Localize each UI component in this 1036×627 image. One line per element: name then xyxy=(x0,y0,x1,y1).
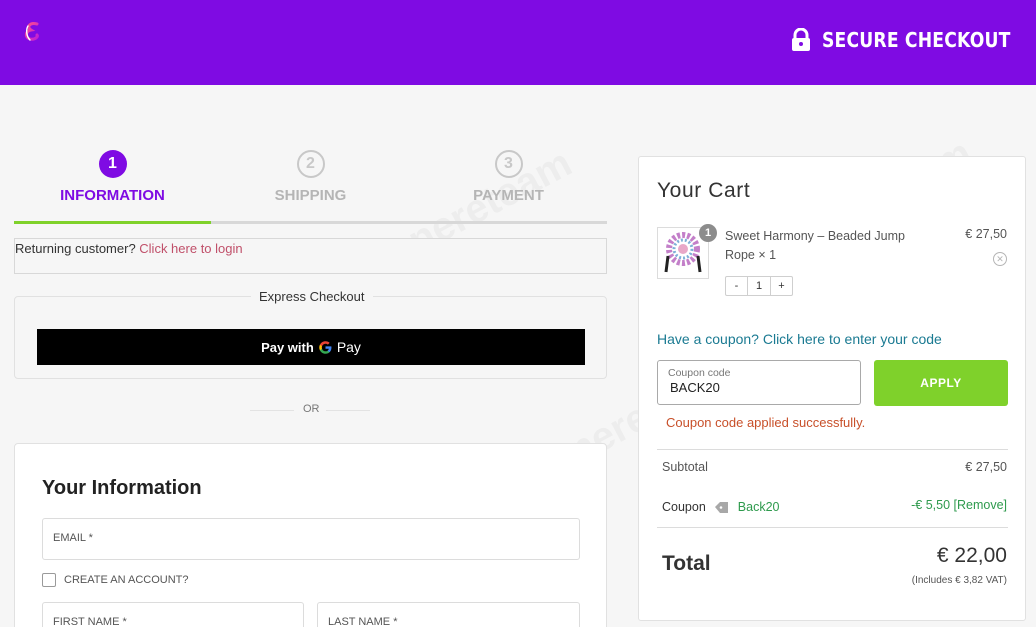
last-name-field[interactable]: LAST NAME * xyxy=(317,602,580,627)
coupon-row: Coupon Back20 xyxy=(662,500,780,514)
tag-icon xyxy=(714,501,728,513)
brand-logo-icon[interactable] xyxy=(22,20,44,44)
step-shipping[interactable]: 2 SHIPPING xyxy=(212,150,409,204)
or-label: OR xyxy=(303,403,320,415)
create-account-checkbox[interactable] xyxy=(42,573,56,587)
divider xyxy=(657,527,1008,528)
divider xyxy=(326,410,370,411)
coupon-code-value: BACK20 xyxy=(670,380,720,395)
divider xyxy=(657,449,1008,450)
first-name-label: FIRST NAME * xyxy=(53,616,127,627)
remove-item-icon[interactable]: ✕ xyxy=(993,252,1007,266)
create-account-option[interactable]: CREATE AN ACCOUNT? xyxy=(42,573,189,587)
pay-with-label: Pay with xyxy=(261,339,314,355)
step-number: 3 xyxy=(494,150,523,178)
email-field[interactable]: EMAIL * xyxy=(42,518,580,560)
quantity-stepper[interactable]: - 1 + xyxy=(725,276,793,296)
create-account-label: CREATE AN ACCOUNT? xyxy=(64,574,189,586)
increase-quantity-button[interactable]: + xyxy=(771,277,792,295)
quantity-value[interactable]: 1 xyxy=(747,277,771,295)
coupon-success-message: Coupon code applied successfully. xyxy=(666,415,866,430)
email-label: EMAIL * xyxy=(53,532,93,544)
or-separator: OR xyxy=(14,403,607,417)
your-information-section: Your Information EMAIL * CREATE AN ACCOU… xyxy=(14,443,607,627)
returning-text: Returning customer? xyxy=(15,241,140,256)
lock-icon xyxy=(792,28,810,51)
pay-label: Pay xyxy=(336,339,361,355)
coupon-code-input[interactable]: Coupon code BACK20 xyxy=(657,360,861,405)
subtotal-value: € 27,50 xyxy=(965,460,1007,474)
express-checkout-title: Express Checkout xyxy=(251,289,373,304)
step-number: 2 xyxy=(296,150,325,178)
header-bar: SECURE CHECKOUT xyxy=(0,0,1036,85)
step-label: PAYMENT xyxy=(473,187,544,204)
express-checkout: Express Checkout Pay with Pay xyxy=(14,289,607,379)
subtotal-label: Subtotal xyxy=(662,460,708,474)
steps-progress-bar xyxy=(14,221,211,224)
cart-panel: Your Cart 1 Sweet Harmony – Beaded Jump … xyxy=(638,156,1026,621)
vat-note: (Includes € 3,82 VAT) xyxy=(911,575,1007,586)
total-label: Total xyxy=(662,552,711,575)
google-g-icon xyxy=(319,340,332,354)
step-information[interactable]: 1 INFORMATION xyxy=(14,150,211,204)
total-value: € 22,00 xyxy=(936,544,1007,567)
coupon-row-label: Coupon xyxy=(662,500,706,514)
step-number: 1 xyxy=(98,150,127,178)
cart-title: Your Cart xyxy=(657,179,751,202)
product-price: € 27,50 xyxy=(965,227,1007,241)
coupon-toggle-link[interactable]: Have a coupon? Click here to enter your … xyxy=(657,331,942,347)
login-link[interactable]: Click here to login xyxy=(139,241,242,256)
divider xyxy=(250,410,294,411)
step-label: SHIPPING xyxy=(274,187,347,204)
secure-checkout: SECURE CHECKOUT xyxy=(790,28,1012,52)
applied-coupon-code: Back20 xyxy=(737,500,780,514)
step-payment[interactable]: 3 PAYMENT xyxy=(410,150,607,204)
coupon-code-label: Coupon code xyxy=(668,367,731,379)
checkout-steps: 1 INFORMATION 2 SHIPPING 3 PAYMENT xyxy=(14,150,607,225)
secure-checkout-label: SECURE CHECKOUT xyxy=(822,28,1011,52)
apply-coupon-button[interactable]: APPLY xyxy=(874,360,1008,406)
coupon-discount-remove-link[interactable]: -€ 5,50 [Remove] xyxy=(911,498,1007,512)
quantity-badge: 1 xyxy=(699,224,717,242)
decrease-quantity-button[interactable]: - xyxy=(726,277,747,295)
product-name: Sweet Harmony – Beaded Jump Rope × 1 xyxy=(725,229,905,262)
first-name-field[interactable]: FIRST NAME * xyxy=(42,602,304,627)
last-name-label: LAST NAME * xyxy=(328,616,398,627)
step-label: INFORMATION xyxy=(60,187,165,204)
section-title: Your Information xyxy=(42,477,202,499)
returning-customer-notice: Returning customer? Click here to login xyxy=(14,238,607,274)
google-pay-button[interactable]: Pay with Pay xyxy=(37,329,585,365)
